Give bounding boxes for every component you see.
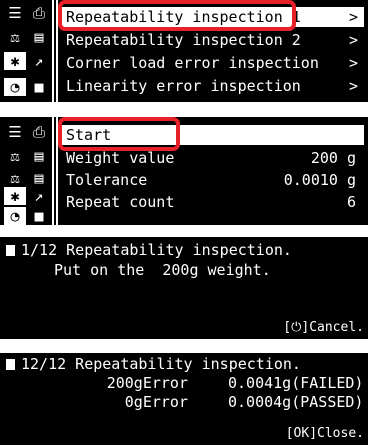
- chevron-right-icon: >: [348, 31, 358, 49]
- menu-item-label: Corner load error inspection: [66, 54, 319, 72]
- divider: [52, 117, 54, 225]
- highlight-box: [58, 117, 180, 151]
- inspection-result-dialog: 12/12 Repeatability inspection. 200gErro…: [0, 353, 368, 445]
- menu-item-linearity[interactable]: Linearity error inspection >: [62, 76, 364, 96]
- save-icon[interactable]: ▤: [28, 147, 50, 165]
- chevron-right-icon: >: [348, 77, 358, 95]
- chevron-right-icon: >: [348, 8, 358, 26]
- repeat-count-row[interactable]: Repeat count 6: [62, 192, 364, 212]
- status-icon: [6, 245, 15, 256]
- dialog-line-1: 12/12 Repeatability inspection.: [6, 355, 301, 373]
- print-icon[interactable]: ⎙: [28, 123, 50, 141]
- user-icon[interactable]: ◔: [4, 207, 26, 225]
- balance-icon[interactable]: ⚖: [4, 28, 26, 46]
- dialog-text: 1/12 Repeatability inspection.: [21, 241, 292, 259]
- icon-column: ☰ ⎙ ⚖ ▤ ✱ ↗ ◔ ■: [0, 0, 58, 102]
- row-label: Weight value: [66, 149, 175, 167]
- menu-item-label: Repeatability inspection 2: [66, 31, 301, 49]
- status-icon: [6, 359, 15, 370]
- result-value-200g: 0.0041g(FAILED): [228, 374, 364, 392]
- save-icon[interactable]: ▤: [28, 28, 50, 46]
- result-value-0g: 0.0004g(PASSED): [228, 393, 364, 411]
- tolerance-row[interactable]: Tolerance 0.0010 g: [62, 170, 364, 190]
- weight-value-row[interactable]: Weight value 200 g: [62, 148, 364, 168]
- result-label-200g: 200gError: [106, 374, 188, 392]
- inspection-step-dialog: 1/12 Repeatability inspection. Put on th…: [0, 237, 368, 339]
- row-label: Repeat count: [66, 193, 175, 211]
- gear-icon[interactable]: ✱: [4, 52, 26, 70]
- calibration-icon[interactable]: ⚖: [4, 169, 26, 187]
- menu-item-label: Linearity error inspection: [66, 77, 301, 95]
- user-icon[interactable]: ◔: [4, 78, 26, 96]
- screen-icon[interactable]: ■: [28, 207, 50, 225]
- row-label: Tolerance: [66, 171, 148, 189]
- cancel-button[interactable]: [⏻]Cancel.: [283, 320, 364, 335]
- menu-item-repeatability-2[interactable]: Repeatability inspection 2 >: [62, 30, 364, 50]
- list-icon[interactable]: ☰: [4, 123, 26, 141]
- list-icon[interactable]: ☰: [4, 4, 26, 22]
- row-value: 200 g: [310, 149, 356, 167]
- divider: [52, 0, 54, 102]
- dialog-line-1: 1/12 Repeatability inspection.: [6, 241, 292, 259]
- inspection-menu-panel: ☰ ⎙ ⚖ ▤ ✱ ↗ ◔ ■ Repeatability inspection…: [0, 0, 368, 102]
- gear-icon[interactable]: ✱: [4, 187, 26, 205]
- save-icon[interactable]: ▤: [28, 169, 50, 187]
- icon-column: ☰ ⎙ ⚖ ▤ ⚖ ▤ ✱ ↗ ◔ ■: [0, 117, 58, 225]
- balance-icon[interactable]: ⚖: [4, 147, 26, 165]
- menu-item-corner-load[interactable]: Corner load error inspection >: [62, 53, 364, 73]
- print-icon[interactable]: ⎙: [28, 4, 50, 22]
- inspection-settings-panel: ☰ ⎙ ⚖ ▤ ⚖ ▤ ✱ ↗ ◔ ■ Start Weight value 2…: [0, 117, 368, 225]
- chevron-right-icon: >: [348, 54, 358, 72]
- graph-icon[interactable]: ↗: [28, 187, 50, 205]
- highlight-box: [58, 0, 296, 31]
- row-value: 0.0010 g: [283, 171, 356, 189]
- row-value: 6: [346, 193, 356, 211]
- graph-icon[interactable]: ↗: [28, 52, 50, 70]
- dialog-text: 12/12 Repeatability inspection.: [21, 355, 301, 373]
- close-button[interactable]: [OK]Close.: [286, 426, 364, 441]
- dialog-line-2: Put on the 200g weight.: [54, 261, 271, 279]
- result-label-0g: 0gError: [124, 393, 188, 411]
- screen-icon[interactable]: ■: [28, 78, 50, 96]
